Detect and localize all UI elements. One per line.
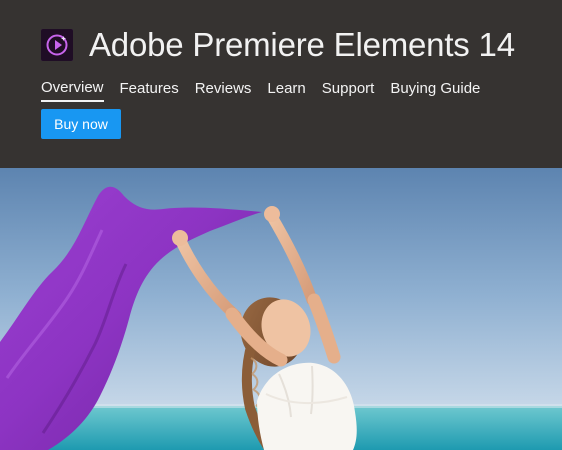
premiere-elements-logo-icon [41,29,73,61]
nav-support[interactable]: Support [322,79,375,101]
buy-now-button[interactable]: Buy now [41,109,121,139]
nav-overview[interactable]: Overview [41,78,104,102]
hero-image [0,168,562,450]
nav-learn[interactable]: Learn [267,79,305,101]
product-header: Adobe Premiere Elements 14 Overview Feat… [0,0,562,168]
product-nav: Overview Features Reviews Learn Support … [41,78,480,102]
app-title: Adobe Premiere Elements 14 [89,26,515,63]
nav-buying-guide[interactable]: Buying Guide [390,79,480,101]
nav-features[interactable]: Features [120,79,179,101]
nav-reviews[interactable]: Reviews [195,79,252,101]
